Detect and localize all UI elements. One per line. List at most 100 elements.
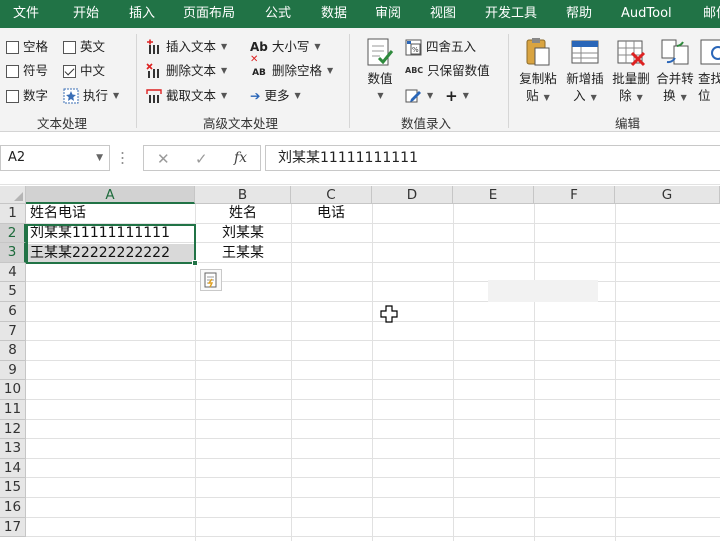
find-locate-label-line1: 查找 <box>698 71 720 86</box>
new-insert-label-line1: 新增插 <box>566 71 604 86</box>
edit-options-button[interactable]: ▼ + ▼ <box>405 86 469 106</box>
tab-home[interactable]: 开始 <box>73 0 99 28</box>
column-header-f[interactable]: F <box>534 186 615 204</box>
select-all-corner[interactable] <box>0 186 26 204</box>
checkbox-english[interactable]: 英文 <box>63 37 105 57</box>
checkbox-chinese[interactable]: 中文 <box>63 61 105 81</box>
case-button[interactable]: Ab 大小写 ▼ <box>250 37 321 57</box>
insert-function-icon[interactable]: fx <box>234 150 247 166</box>
name-box-value: A2 <box>8 150 26 165</box>
delete-text-button[interactable]: 删除文本 ▼ <box>146 61 227 81</box>
column-header-c[interactable]: C <box>291 186 372 204</box>
tab-file[interactable]: 文件 <box>13 0 39 28</box>
checkbox-box[interactable] <box>6 89 19 103</box>
cell-b2[interactable]: 刘某某 <box>195 224 291 244</box>
row-header-1[interactable]: 1 <box>0 204 26 224</box>
extract-text-button[interactable]: 截取文本 ▼ <box>146 86 227 106</box>
more-button[interactable]: ➔ 更多 ▼ <box>250 86 301 106</box>
tab-review[interactable]: 审阅 <box>375 0 401 28</box>
chevron-down-icon[interactable]: ▼ <box>96 146 103 170</box>
row-header-11[interactable]: 11 <box>0 400 26 420</box>
tab-help[interactable]: 帮助 <box>566 0 592 28</box>
checkbox-box-checked[interactable] <box>63 64 76 78</box>
row-header-5[interactable]: 5 <box>0 282 26 302</box>
batch-delete-icon <box>617 40 646 67</box>
execute-button[interactable]: 执行 ▼ <box>63 86 119 106</box>
row-header-4[interactable]: 4 <box>0 262 26 283</box>
cancel-icon[interactable]: ✕ <box>157 150 170 168</box>
tab-developer[interactable]: 开发工具 <box>485 0 537 28</box>
confirm-icon[interactable]: ✓ <box>195 150 208 168</box>
find-locate-button[interactable]: 查找 位 <box>698 36 720 104</box>
find-locate-label-line2: 位 <box>698 88 711 103</box>
execute-label: 执行 <box>83 88 109 103</box>
checkbox-box[interactable] <box>6 40 19 54</box>
copy-paste-label-line1: 复制粘 <box>519 71 557 86</box>
checkbox-number[interactable]: 数字 <box>6 86 48 106</box>
name-box[interactable]: A2 ▼ <box>0 145 110 171</box>
tab-formulas[interactable]: 公式 <box>265 0 291 28</box>
gridline-horizontal <box>26 301 720 302</box>
insert-text-button[interactable]: 插入文本 ▼ <box>146 37 227 57</box>
gridline-horizontal <box>26 399 720 400</box>
checkbox-label: 英文 <box>80 39 106 54</box>
row-header-14[interactable]: 14 <box>0 458 26 479</box>
keep-value-button[interactable]: ABC 只保留数值 <box>405 61 490 81</box>
row-header-7[interactable]: 7 <box>0 321 26 342</box>
numeric-button[interactable]: 数值 ▼ <box>362 36 398 104</box>
copy-paste-button[interactable]: 复制粘 贴 ▼ <box>516 36 560 106</box>
row-header-3[interactable]: 3 <box>0 243 26 263</box>
keep-value-label: 只保留数值 <box>427 63 490 78</box>
checkbox-symbol[interactable]: 符号 <box>6 61 48 81</box>
row-header-6[interactable]: 6 <box>0 302 26 322</box>
tab-insert[interactable]: 插入 <box>129 0 155 28</box>
cell-c1[interactable]: 电话 <box>291 204 371 224</box>
insert-text-icon <box>146 39 162 55</box>
cell-b3[interactable]: 王某某 <box>195 244 291 264</box>
column-header-a[interactable]: A <box>26 186 195 204</box>
chevron-down-icon: ▼ <box>427 91 434 100</box>
batch-delete-label-line2: 除 ▼ <box>619 88 643 103</box>
row-header-17[interactable]: 17 <box>0 517 26 538</box>
formula-bar: A2 ▼ ✕ ✓ fx 刘某某11111111111 <box>0 133 720 185</box>
column-header-b[interactable]: B <box>195 186 291 204</box>
column-header-d[interactable]: D <box>372 186 453 204</box>
selection-border <box>26 224 196 264</box>
delete-spaces-button[interactable]: ✕ AB 删除空格 ▼ <box>250 54 333 81</box>
round-button[interactable]: % 四舍五入 <box>405 37 476 57</box>
gridline-vertical <box>534 204 535 541</box>
row-header-9[interactable]: 9 <box>0 360 26 381</box>
row-header-16[interactable]: 16 <box>0 498 26 518</box>
column-header-g[interactable]: G <box>615 186 720 204</box>
worksheet-grid[interactable]: ABCDEFG 1 2 3 4 5 6 7 8 9 10 11 12 13 14 15 16 17 姓名电话 姓… <box>0 186 720 541</box>
row-header-2[interactable]: 2 <box>0 223 26 244</box>
checkbox-space[interactable]: 空格 <box>6 37 48 57</box>
tab-view[interactable]: 视图 <box>430 0 456 28</box>
row-header-15[interactable]: 15 <box>0 478 26 498</box>
row-header-10[interactable]: 10 <box>0 380 26 400</box>
checkbox-box[interactable] <box>63 40 76 54</box>
tab-page-layout[interactable]: 页面布局 <box>183 0 235 28</box>
merge-convert-button[interactable]: 合并转 换 ▼ <box>654 36 696 106</box>
gridline-horizontal <box>26 320 720 322</box>
row-header-12[interactable]: 12 <box>0 419 26 440</box>
column-header-e[interactable]: E <box>453 186 534 204</box>
new-insert-button[interactable]: 新增插 入 ▼ <box>562 36 608 106</box>
batch-delete-button[interactable]: 批量删 除 ▼ <box>609 36 653 106</box>
formula-input[interactable]: 刘某某11111111111 <box>265 145 720 171</box>
row-header-8[interactable]: 8 <box>0 341 26 361</box>
row-header-13[interactable]: 13 <box>0 439 26 459</box>
vertical-dots-icon[interactable] <box>121 151 124 165</box>
delete-spaces-label: 删除空格 <box>272 63 323 78</box>
chevron-down-icon: ▼ <box>590 93 597 102</box>
insert-text-label: 插入文本 <box>166 39 217 54</box>
cell-a1[interactable]: 姓名电话 <box>30 204 86 224</box>
tab-audtool[interactable]: AudTool <box>621 0 672 28</box>
tab-data[interactable]: 数据 <box>321 0 347 28</box>
checkbox-box[interactable] <box>6 64 19 78</box>
group-divider <box>508 34 509 128</box>
flash-fill-options-button[interactable] <box>200 269 222 291</box>
fill-handle[interactable] <box>192 260 198 266</box>
tab-mailings[interactable]: 邮件 <box>703 0 720 28</box>
cell-b1[interactable]: 姓名 <box>195 204 291 224</box>
